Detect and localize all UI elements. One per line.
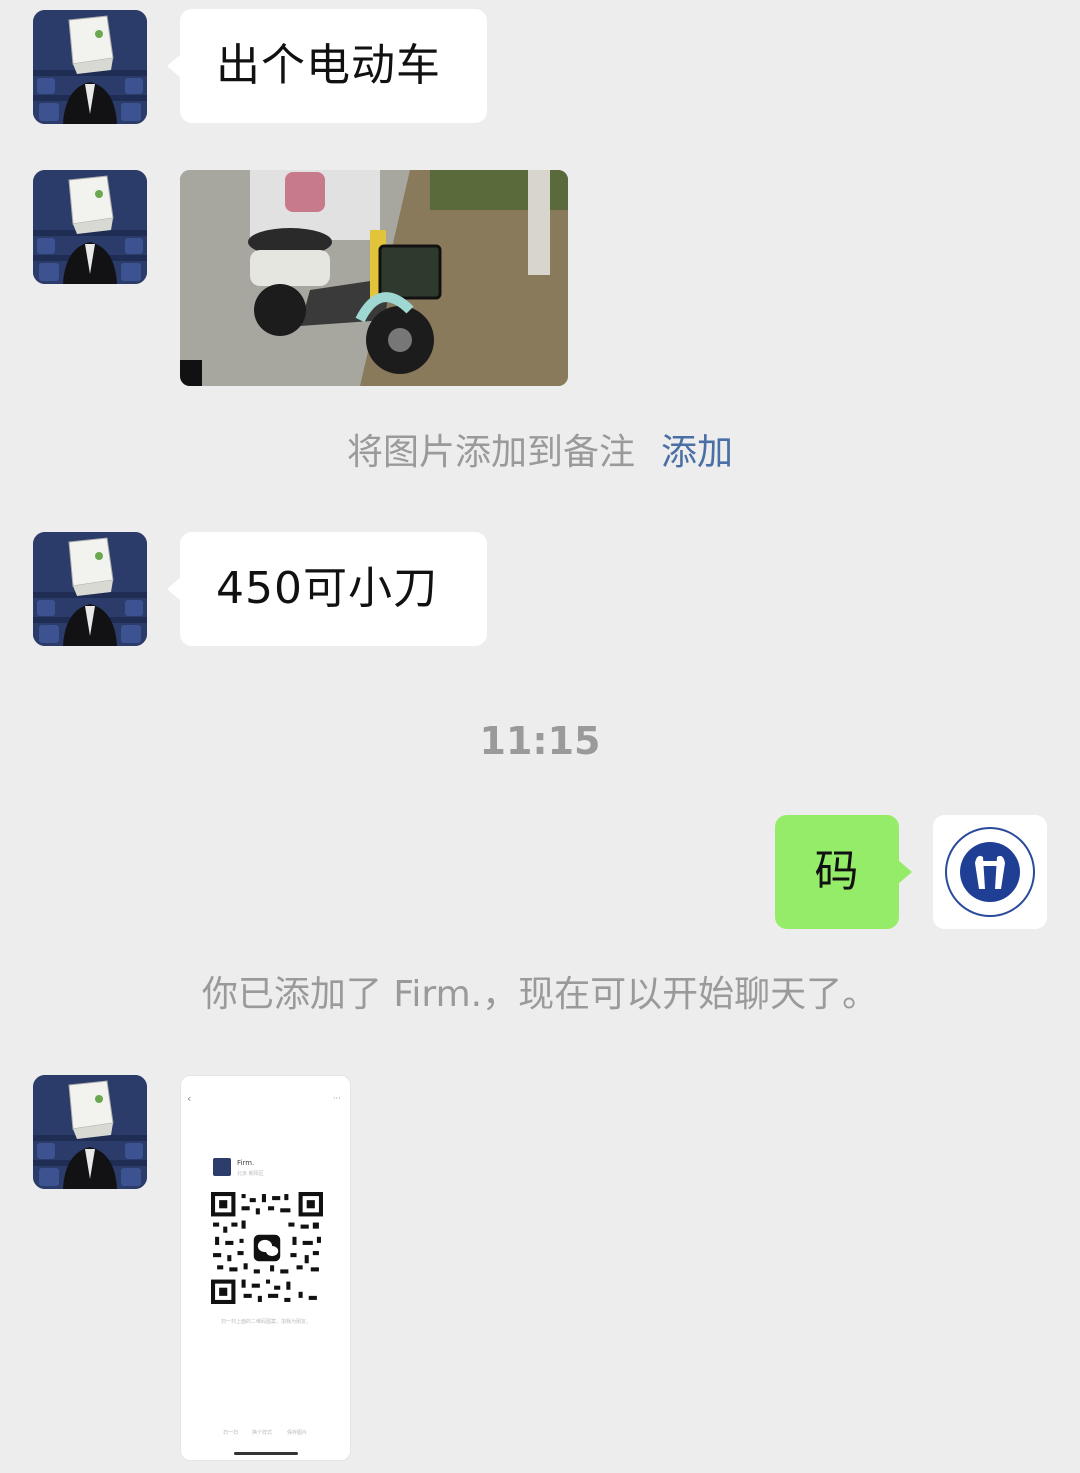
- message-bubble[interactable]: 出个电动车: [167, 9, 487, 123]
- message-text: 出个电动车: [216, 40, 441, 91]
- person-paper-bag-icon: [33, 1075, 147, 1189]
- message-bubble[interactable]: 450可小刀: [167, 532, 487, 646]
- qr-action-save-image[interactable]: 保存图片: [287, 1429, 307, 1436]
- home-indicator: [234, 1452, 298, 1455]
- contact-avatar[interactable]: [33, 170, 147, 284]
- qr-code-screenshot[interactable]: ‹ ··· Firm. 北京 朝阳区 扫一扫上面的二维码图案，加我为朋友。 扫一…: [180, 1075, 351, 1461]
- profile-name: Firm.: [237, 1159, 255, 1167]
- person-paper-bag-icon: [33, 10, 147, 124]
- person-paper-bag-icon: [33, 532, 147, 646]
- message-text: 450可小刀: [216, 563, 438, 614]
- profile-region: 北京 朝阳区: [237, 1171, 264, 1177]
- add-image-to-note-notice: 将图片添加到备注 添加: [0, 430, 1080, 476]
- add-link[interactable]: 添加: [661, 432, 733, 473]
- person-paper-bag-icon: [33, 170, 147, 284]
- message-bubble-outgoing[interactable]: 码: [775, 815, 912, 929]
- qr-action-change-style[interactable]: 换个样式: [252, 1429, 272, 1436]
- profile-avatar: [213, 1158, 231, 1176]
- message-text: 码: [814, 846, 860, 897]
- more-icon: ···: [333, 1094, 341, 1103]
- timestamp: 11:15: [479, 719, 601, 763]
- qr-hint: 扫一扫上面的二维码图案，加我为朋友。: [221, 1319, 312, 1325]
- scooter-photo[interactable]: [180, 170, 568, 386]
- blue-circle-emblem-icon: [933, 815, 1047, 929]
- contact-avatar[interactable]: [33, 1075, 147, 1189]
- qr-code: [211, 1192, 323, 1304]
- back-icon: ‹: [187, 1092, 192, 1105]
- my-avatar[interactable]: [933, 815, 1047, 929]
- contact-avatar[interactable]: [33, 532, 147, 646]
- contact-avatar[interactable]: [33, 10, 147, 124]
- notice-text: 将图片添加到备注: [346, 432, 635, 473]
- qr-action-scan[interactable]: 扫一扫: [223, 1429, 238, 1436]
- friend-added-notice: 你已添加了 Firm.，现在可以开始聊天了。: [201, 974, 879, 1015]
